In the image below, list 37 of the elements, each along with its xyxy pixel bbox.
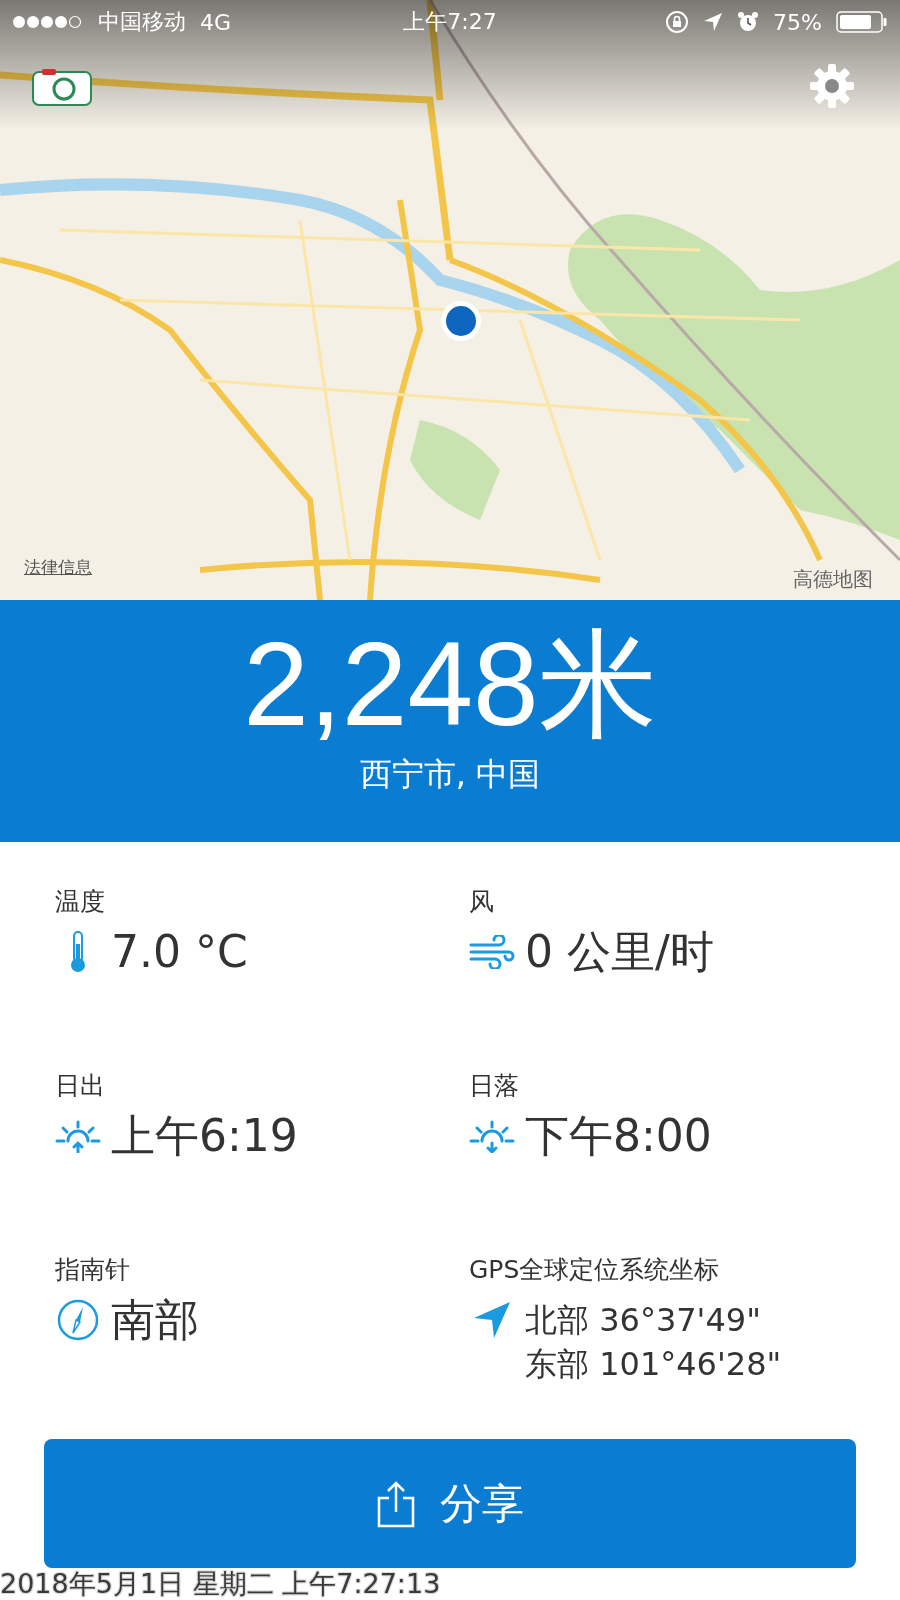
location-arrow-icon bbox=[472, 1300, 512, 1340]
signal-icon bbox=[12, 15, 84, 29]
stat-value: 7.0 °C bbox=[111, 925, 248, 979]
stat-label: 风 bbox=[469, 886, 495, 918]
sunset-icon bbox=[469, 1119, 515, 1153]
stat-value: 北部 36°37'49" bbox=[525, 1300, 762, 1341]
battery-icon bbox=[836, 11, 888, 33]
settings-icon[interactable] bbox=[808, 62, 856, 110]
stat-label: 日出 bbox=[55, 1070, 106, 1102]
stat-value: 0 公里/时 bbox=[525, 925, 714, 979]
stat-value: 东部 101°46'28" bbox=[525, 1344, 782, 1385]
rotation-lock-icon bbox=[665, 10, 690, 34]
stat-label: 日落 bbox=[469, 1070, 520, 1102]
camera-icon[interactable] bbox=[32, 68, 92, 106]
stat-value: 下午8:00 bbox=[525, 1109, 712, 1163]
location-dot bbox=[440, 300, 482, 342]
stat-label: GPS全球定位系统坐标 bbox=[469, 1254, 721, 1286]
alarm-icon bbox=[737, 11, 760, 33]
battery-percent: 75% bbox=[773, 9, 822, 35]
sunrise-icon bbox=[55, 1119, 101, 1153]
location-name: 西宁市, 中国 bbox=[359, 754, 541, 794]
legal-info-link[interactable]: 法律信息 bbox=[24, 556, 92, 579]
compass-icon bbox=[56, 1298, 100, 1342]
stat-label: 温度 bbox=[55, 886, 106, 918]
share-icon bbox=[376, 1479, 416, 1528]
map-attribution: 高德地图 bbox=[793, 566, 873, 593]
clock: 上午7:27 bbox=[403, 8, 497, 36]
location-icon bbox=[703, 12, 724, 32]
carrier-name: 中国移动 bbox=[98, 8, 186, 36]
network-type: 4G bbox=[200, 9, 232, 35]
timestamp: 2018年5月1日 星期二 上午7:27:13 bbox=[0, 1568, 441, 1600]
stat-value: 南部 bbox=[111, 1293, 199, 1347]
altitude-value: 2,248米 bbox=[243, 617, 657, 752]
stat-label: 指南针 bbox=[55, 1254, 131, 1286]
wind-icon bbox=[469, 935, 515, 969]
stat-value: 上午6:19 bbox=[111, 1109, 298, 1163]
share-button[interactable]: 分享 bbox=[44, 1439, 856, 1568]
